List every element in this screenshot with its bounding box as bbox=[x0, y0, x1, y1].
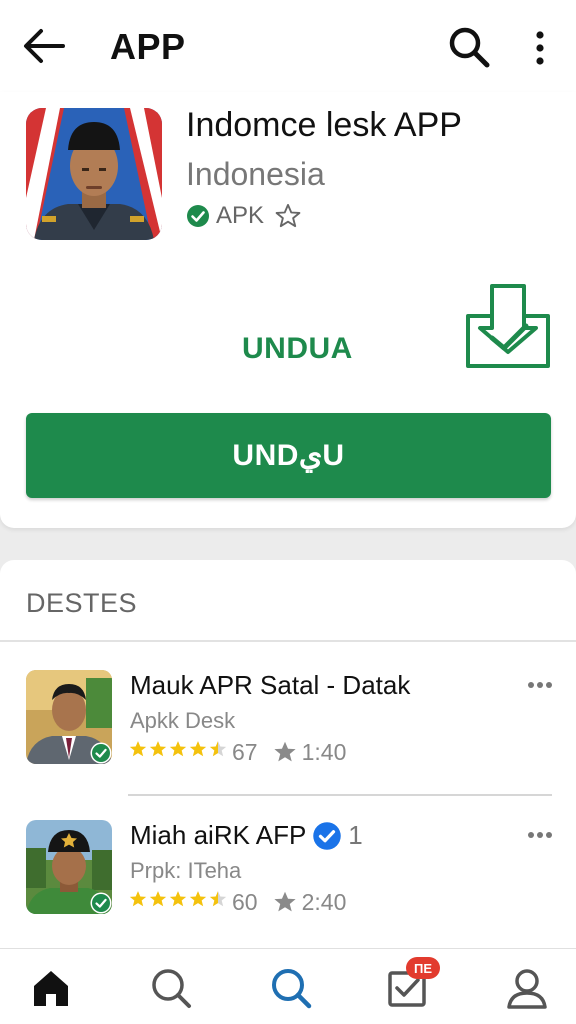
item-rating: 67 1:40 bbox=[128, 738, 346, 766]
app-developer: Indonesia bbox=[186, 156, 325, 192]
top-app-bar: APP bbox=[0, 0, 576, 92]
item-subtitle: Apkk Desk bbox=[130, 708, 236, 733]
download-check-icon[interactable] bbox=[464, 282, 554, 372]
star-icon bbox=[128, 888, 148, 916]
item-title-suffix: 1 bbox=[348, 820, 363, 850]
verified-blue-icon bbox=[313, 821, 342, 850]
page-title: APP bbox=[110, 26, 186, 67]
more-horizontal-icon bbox=[528, 832, 552, 838]
star-icon bbox=[148, 888, 168, 916]
more-vertical-icon bbox=[536, 31, 544, 65]
divider bbox=[128, 794, 552, 796]
related-apps-card: DESTES Mauk APR Satal - Datak Apkk Desk bbox=[0, 560, 576, 960]
star-icon bbox=[168, 738, 188, 766]
notification-badge: ПЕ bbox=[406, 957, 440, 979]
nav-search[interactable] bbox=[146, 963, 196, 1013]
item-rating: 60 2:40 bbox=[128, 888, 346, 916]
item-title: Miah aiRK AFP 1 bbox=[130, 820, 363, 850]
arrow-left-icon bbox=[24, 29, 65, 63]
star-icon bbox=[188, 738, 208, 766]
search-icon bbox=[152, 969, 191, 1008]
nav-updates[interactable]: ПЕ bbox=[382, 957, 440, 1013]
more-options-button[interactable] bbox=[522, 26, 558, 70]
nav-discover[interactable] bbox=[266, 963, 316, 1013]
star-icon bbox=[168, 888, 188, 916]
verified-badge-icon bbox=[90, 892, 112, 914]
star-rating bbox=[128, 888, 228, 916]
app-detail-card: Indomce lesk APP Indonesia APK UNDUA UND… bbox=[0, 92, 576, 528]
download-link[interactable]: UNDUA bbox=[242, 332, 353, 366]
app-name: Indomce lesk APP bbox=[186, 106, 462, 144]
rating-value: 60 bbox=[232, 888, 258, 915]
more-horizontal-icon bbox=[528, 682, 552, 688]
star-outline-icon[interactable] bbox=[274, 202, 302, 230]
item-title: Mauk APR Satal - Datak bbox=[130, 670, 411, 700]
list-item[interactable]: Mauk APR Satal - Datak Apkk Desk 67 1:40 bbox=[0, 670, 576, 780]
nav-profile[interactable] bbox=[502, 963, 552, 1013]
rating-value: 67 bbox=[232, 738, 258, 765]
item-extra: 1:40 bbox=[301, 738, 347, 765]
star-icon bbox=[208, 888, 228, 916]
download-button[interactable]: UNDيU bbox=[26, 413, 551, 498]
verified-badge-icon bbox=[90, 742, 112, 764]
star-rating bbox=[128, 738, 228, 766]
star-icon bbox=[273, 741, 296, 762]
search-icon bbox=[449, 27, 490, 68]
item-more-button[interactable] bbox=[522, 822, 558, 848]
divider bbox=[0, 640, 576, 642]
star-icon bbox=[273, 891, 296, 912]
section-header: DESTES bbox=[26, 588, 138, 618]
search-active-icon bbox=[272, 969, 312, 1009]
apk-badge: APK bbox=[216, 202, 265, 229]
item-subtitle: Prpk: ITeha bbox=[130, 858, 242, 883]
app-meta-row: APK bbox=[186, 202, 302, 230]
item-more-button[interactable] bbox=[522, 672, 558, 698]
star-icon bbox=[188, 888, 208, 916]
nav-home[interactable] bbox=[26, 963, 76, 1013]
search-button[interactable] bbox=[446, 24, 492, 70]
check-circle-icon bbox=[187, 205, 209, 227]
list-item[interactable]: Miah aiRK AFP 1 Prpk: ITeha 60 2:40 bbox=[0, 820, 576, 930]
app-icon bbox=[26, 108, 162, 240]
star-icon bbox=[208, 738, 228, 766]
bottom-navigation: ПЕ bbox=[0, 948, 576, 1024]
profile-icon bbox=[507, 969, 547, 1009]
star-icon bbox=[128, 738, 148, 766]
back-button[interactable] bbox=[20, 26, 68, 66]
star-icon bbox=[148, 738, 168, 766]
home-icon bbox=[34, 971, 68, 1006]
item-extra: 2:40 bbox=[301, 888, 347, 915]
